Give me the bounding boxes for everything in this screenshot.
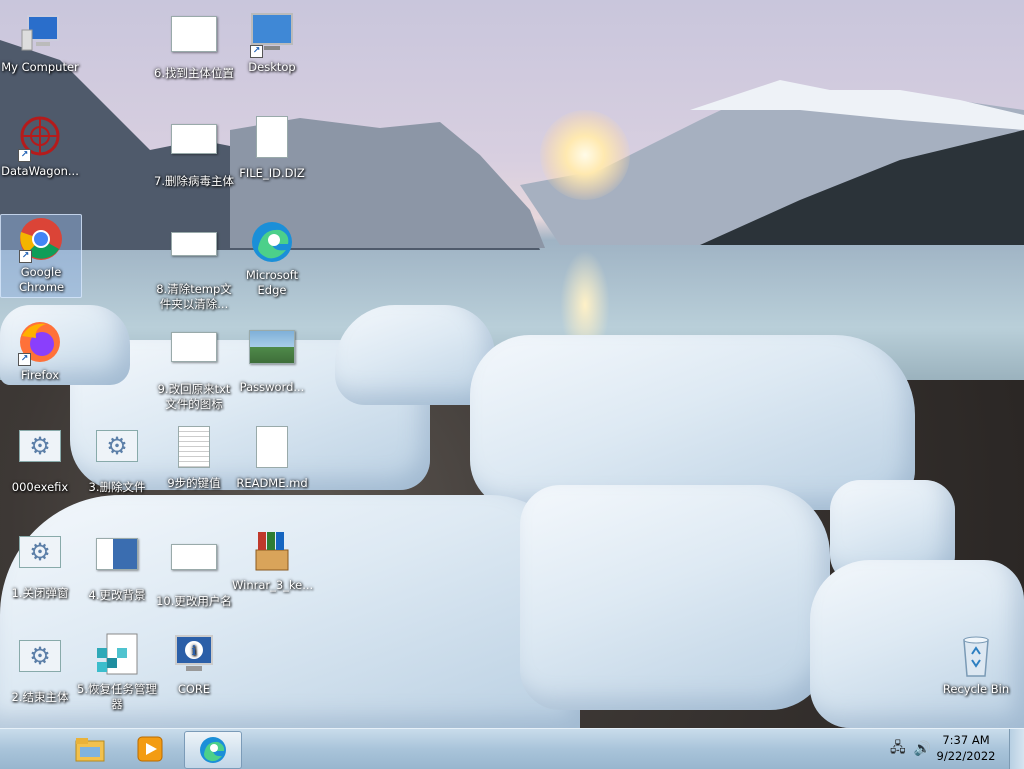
desktop-icon-close-popup[interactable]: 1.关闭弹窗 bbox=[0, 530, 80, 601]
desktop-icon-delete-files[interactable]: 3.删除文件 bbox=[77, 424, 157, 495]
wallpaper-sun bbox=[540, 110, 630, 200]
desktop-icon-end-main[interactable]: 2.结束主体 bbox=[0, 634, 80, 705]
system-tray: 🖧 🔊 bbox=[890, 729, 931, 769]
desktop-icon-find-main-location[interactable]: 6.找到主体位置 bbox=[154, 10, 234, 81]
screenshot-icon bbox=[170, 16, 218, 64]
icon-label: Microsoft Edge bbox=[245, 268, 299, 297]
icon-label: 10.更改用户名 bbox=[156, 594, 232, 608]
image-file-icon bbox=[93, 538, 141, 586]
icon-label: FILE_ID.DIZ bbox=[239, 166, 305, 180]
chrome-icon: ↗ bbox=[17, 215, 65, 263]
desktop-shortcut-icon: ↗ bbox=[248, 10, 296, 58]
info-monitor-icon: i bbox=[170, 632, 218, 680]
winrar-icon bbox=[248, 528, 296, 576]
icon-label: 4.更改背景 bbox=[88, 588, 146, 602]
taskbar-edge[interactable] bbox=[184, 731, 242, 769]
screenshot-icon bbox=[170, 544, 218, 592]
file-explorer-icon bbox=[75, 738, 105, 762]
desktop-icon-datawagon[interactable]: ↗ DataWagon... bbox=[0, 114, 80, 179]
icon-label: CORE bbox=[177, 682, 211, 696]
icon-label: README.md bbox=[236, 476, 308, 490]
blank-file-icon bbox=[248, 426, 296, 474]
icon-label: Google Chrome bbox=[19, 265, 65, 294]
desktop-icon-password[interactable]: Password... bbox=[232, 322, 312, 395]
desktop-icon-desktop[interactable]: ↗ Desktop bbox=[232, 10, 312, 75]
volume-icon[interactable]: 🔊 bbox=[914, 741, 931, 757]
desktop-icon-readme[interactable]: README.md bbox=[232, 424, 312, 491]
show-desktop-button[interactable] bbox=[1009, 729, 1024, 769]
desktop-icon-winrar[interactable]: Winrar_3_ke... bbox=[232, 528, 314, 593]
screenshot-icon bbox=[170, 124, 218, 172]
shortcut-arrow-icon: ↗ bbox=[250, 45, 263, 58]
icon-label: 1.关闭弹窗 bbox=[11, 586, 69, 600]
picture-icon bbox=[248, 330, 296, 378]
icon-label: My Computer bbox=[1, 60, 79, 74]
icon-label: 000exefix bbox=[11, 480, 69, 494]
network-icon[interactable]: 🖧 bbox=[890, 737, 906, 761]
shortcut-arrow-icon: ↗ bbox=[18, 149, 31, 162]
clock-time: 7:37 AM bbox=[942, 733, 990, 747]
gear-file-icon bbox=[16, 640, 64, 688]
shortcut-arrow-icon: ↗ bbox=[18, 353, 31, 366]
icon-label: 2.结束主体 bbox=[11, 690, 69, 704]
shortcut-arrow-icon: ↗ bbox=[19, 250, 32, 263]
screenshot-icon bbox=[170, 232, 218, 280]
icon-label: Recycle Bin bbox=[942, 682, 1010, 696]
icon-label: Password... bbox=[239, 380, 305, 394]
screenshot-icon bbox=[170, 332, 218, 380]
edge-icon bbox=[248, 218, 296, 266]
desktop-icon-restore-taskmgr[interactable]: 5.恢复任务管理器 bbox=[77, 632, 157, 712]
media-player-icon bbox=[137, 736, 163, 762]
desktop-icon-change-username[interactable]: 10.更改用户名 bbox=[154, 530, 234, 609]
desktop-icon-restore-txt-icon[interactable]: 9.改回原来txt文件的图标 bbox=[154, 322, 234, 412]
desktop-icon-delete-virus-main[interactable]: 7.删除病毒主体 bbox=[154, 114, 234, 189]
desktop-icon-clear-temp[interactable]: 8.清除temp文件夹以清除... bbox=[154, 218, 234, 312]
desktop-icon-recycle-bin[interactable]: Recycle Bin bbox=[936, 632, 1016, 697]
gear-file-icon bbox=[16, 430, 64, 478]
desktop-icon-file-id-diz[interactable]: FILE_ID.DIZ bbox=[232, 114, 312, 181]
icon-label: Desktop bbox=[248, 60, 296, 74]
desktop-icon-google-chrome[interactable]: ↗ Google Chrome bbox=[0, 214, 82, 298]
recycle-bin-icon bbox=[952, 632, 1000, 680]
datawagon-icon: ↗ bbox=[16, 114, 64, 162]
computer-icon bbox=[16, 10, 64, 58]
desktop-icon-my-computer[interactable]: My Computer bbox=[0, 10, 80, 75]
icon-label: Winrar_3_ke... bbox=[232, 578, 314, 592]
registry-icon bbox=[93, 632, 141, 680]
desktop-icon-000exefix[interactable]: 000exefix bbox=[0, 424, 80, 495]
icon-label: 8.清除temp文件夹以清除... bbox=[156, 282, 232, 311]
clock-date: 9/22/2022 bbox=[936, 749, 996, 763]
desktop[interactable]: My Computer ↗ DataWagon... ↗ Google Chro… bbox=[0, 0, 1024, 728]
desktop-icon-step9-keys[interactable]: 9步的键值 bbox=[154, 424, 234, 491]
icon-label: Firefox bbox=[20, 368, 60, 382]
gear-file-icon bbox=[93, 430, 141, 478]
wallpaper-ice bbox=[520, 485, 830, 710]
firefox-icon: ↗ bbox=[16, 318, 64, 366]
svg-text:i: i bbox=[192, 644, 197, 659]
taskbar-file-explorer[interactable] bbox=[62, 731, 118, 767]
icon-label: 5.恢复任务管理器 bbox=[77, 682, 157, 711]
icon-label: 9.改回原来txt文件的图标 bbox=[157, 382, 231, 411]
icon-label: 6.找到主体位置 bbox=[154, 66, 234, 80]
desktop-icon-core[interactable]: i CORE bbox=[154, 632, 234, 697]
desktop-icon-microsoft-edge[interactable]: Microsoft Edge bbox=[232, 218, 312, 298]
taskbar[interactable]: 🖧 🔊 7:37 AM 9/22/2022 bbox=[0, 728, 1024, 769]
desktop-icon-change-background[interactable]: 4.更改背景 bbox=[77, 530, 157, 603]
gear-file-icon bbox=[16, 536, 64, 584]
taskbar-media-player[interactable] bbox=[122, 731, 178, 767]
blank-file-icon bbox=[248, 116, 296, 164]
icon-label: 3.删除文件 bbox=[88, 480, 146, 494]
icon-label: DataWagon... bbox=[1, 164, 79, 178]
text-file-icon bbox=[170, 426, 218, 474]
icon-label: 9步的键值 bbox=[167, 476, 221, 490]
clock[interactable]: 7:37 AM 9/22/2022 bbox=[936, 732, 996, 764]
edge-icon bbox=[200, 737, 226, 763]
icon-label: 7.删除病毒主体 bbox=[154, 174, 234, 188]
desktop-icon-firefox[interactable]: ↗ Firefox bbox=[0, 318, 80, 383]
